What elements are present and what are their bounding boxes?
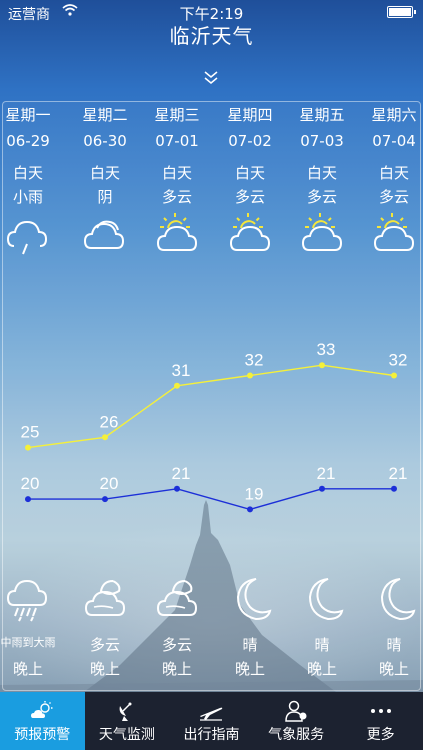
night-weather: 晴 [386,636,402,654]
more-dots-icon [370,709,391,713]
sun-cloud-icon [301,213,343,251]
day-weekday: 星期五 [299,106,345,124]
data-label: 20 [21,474,40,493]
tab-travel[interactable]: 出行指南 [169,692,254,750]
night-weather: 中雨到大雨 [0,636,56,649]
night-weather: 晴 [314,636,330,654]
day-weekday: 星期四 [227,106,273,124]
tab-forecast[interactable]: 预报预警 [0,692,85,750]
day-weekday: 星期二 [82,106,128,124]
sun-cloud-icon [229,213,271,251]
data-point [391,372,397,379]
moon-icon [236,578,272,621]
day-date: 07-03 [300,132,344,150]
day-weather: 多云 [378,188,409,206]
night-weather: 多云 [89,636,120,654]
tab-label: 气象服务 [268,727,325,743]
sun-cloud-icon [31,701,53,718]
heavy-rain-cloud-icon [6,579,48,622]
status-bar: 运营商 下午2:19 [0,0,423,23]
day-weather: 多云 [306,188,337,206]
sun-cloud-icon [156,213,198,251]
tab-more[interactable]: 更多 [338,692,423,750]
night-period-label: 晚上 [234,660,265,678]
day-weather: 小雨 [12,188,43,206]
data-point [319,362,325,369]
chevron-down-icon[interactable] [200,68,222,90]
data-point [25,496,31,503]
page-title: 临沂天气 [169,24,254,48]
user-service-icon [285,700,307,722]
night-period-label: 晚上 [12,660,43,678]
rain-cloud-icon [6,220,48,255]
day-weekday: 星期一 [5,106,51,124]
night-weather: 晴 [242,636,258,654]
day-weekday: 星期三 [154,106,200,124]
moon-cloud-icon [84,580,126,616]
day-date: 06-30 [83,132,127,150]
tab-label: 出行指南 [183,727,240,743]
night-period-label: 晚上 [378,660,409,678]
day-weekday: 星期六 [371,106,417,124]
series-line [27,364,395,449]
data-label: 31 [172,361,191,380]
day-period-label: 白天 [161,164,192,182]
sun-cloud-icon [373,213,415,251]
moon-icon [380,578,416,621]
data-point [247,506,253,513]
battery-icon [387,6,416,18]
airplane-icon [200,707,223,721]
day-period-label: 白天 [89,164,120,182]
tab-services[interactable]: 气象服务 [254,692,339,750]
day-period-label: 白天 [306,164,337,182]
data-point [102,496,108,503]
night-weather: 多云 [161,636,192,654]
day-weather: 多云 [161,188,192,206]
data-point [25,444,31,451]
series-line [28,488,394,511]
day-date: 06-29 [6,132,50,150]
data-point [174,382,180,389]
data-label: 19 [245,484,264,503]
overcast-cloud-icon [83,220,125,249]
data-label: 21 [317,464,336,483]
data-label: 32 [389,351,408,370]
day-weather: 阴 [97,188,113,206]
moon-cloud-icon [156,580,198,616]
data-label: 21 [172,464,191,483]
data-label: 20 [100,474,119,493]
data-label: 33 [317,340,336,359]
data-label: 32 [245,351,264,370]
satellite-dish-icon [119,702,132,721]
bottom-tab-bar: 预报预警 天气监测 出行指南 气象服务 更多 [0,692,423,750]
data-point [174,485,180,492]
data-point [319,485,325,492]
day-date: 07-02 [228,132,272,150]
data-point [102,434,108,441]
day-period-label: 白天 [12,164,43,182]
night-period-label: 晚上 [161,660,192,678]
night-period-label: 晚上 [89,660,120,678]
day-period-label: 白天 [378,164,409,182]
data-point [247,372,253,379]
tab-label: 预报预警 [14,727,71,743]
day-weather: 多云 [234,188,265,206]
day-date: 07-04 [372,132,416,150]
data-label: 26 [100,412,119,431]
night-period-label: 晚上 [306,660,337,678]
tab-monitoring[interactable]: 天气监测 [85,692,170,750]
data-point [391,485,397,492]
moon-icon [308,578,344,621]
temperature-chart: 25 26 31 32 33 32 20 20 21 19 21 21 [21,340,408,513]
data-label: 25 [21,423,40,442]
day-period-label: 白天 [234,164,265,182]
tab-label: 更多 [366,727,395,743]
day-date: 07-01 [155,132,199,150]
tab-label: 天气监测 [98,727,155,743]
data-label: 21 [389,464,408,483]
